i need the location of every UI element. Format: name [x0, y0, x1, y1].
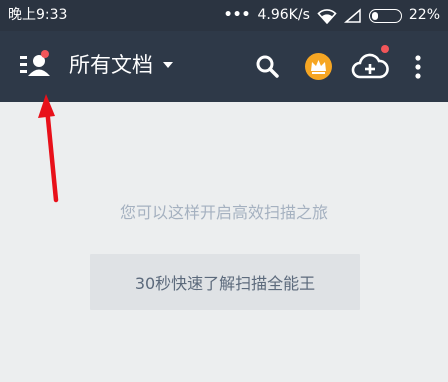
page-title: 所有文档	[69, 53, 153, 77]
signal-dots-icon: •••	[223, 7, 251, 23]
document-filter-dropdown[interactable]: 所有文档	[69, 50, 173, 80]
more-options-button[interactable]	[404, 50, 432, 84]
status-indicators: ••• 4.96K/s 22%	[224, 6, 440, 25]
vip-button[interactable]	[302, 50, 336, 84]
signal-bars-icon	[343, 7, 361, 23]
quick-tour-button[interactable]: 30秒快速了解扫描全能王	[90, 254, 360, 310]
more-vert-icon	[415, 55, 421, 79]
empty-state-hint: 您可以这样开启高效扫描之旅	[119, 203, 328, 222]
notification-dot	[41, 50, 49, 58]
search-icon	[256, 55, 279, 78]
status-bar: 晚上9:33 ••• 4.96K/s 22%	[0, 0, 448, 31]
user-menu-button[interactable]	[14, 49, 54, 83]
cloud-notification-dot	[381, 45, 389, 53]
status-time: 晚上9:33	[8, 7, 68, 23]
battery-percent: 22%	[408, 7, 440, 23]
vip-crown-icon	[305, 53, 332, 80]
wifi-icon	[317, 8, 337, 24]
battery-icon	[368, 8, 402, 23]
app-bar: 所有文档	[0, 31, 448, 102]
cloud-upload-icon	[351, 53, 389, 79]
dropdown-caret-icon	[163, 62, 173, 68]
cloud-sync-button[interactable]	[350, 45, 390, 84]
red-arrow-annotation	[38, 94, 59, 203]
search-button[interactable]	[251, 50, 285, 84]
network-speed: 4.96K/s	[257, 7, 310, 23]
